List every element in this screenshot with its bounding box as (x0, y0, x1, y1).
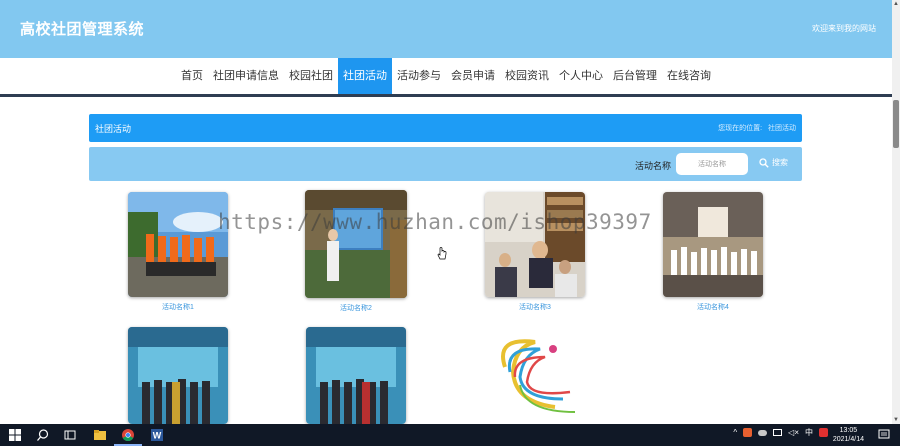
activity-image[interactable] (306, 327, 406, 424)
scroll-up-icon[interactable]: ▲ (892, 0, 900, 8)
activity-card[interactable]: 活动名称2 (305, 190, 407, 313)
ime-indicator[interactable]: 中 (805, 427, 813, 438)
taskbar: W ^ ◁× 中 13:05 2021/4/14 (0, 424, 900, 446)
nav-item-personal-center[interactable]: 个人中心 (554, 58, 608, 94)
volume-muted-icon[interactable]: ◁× (788, 428, 799, 437)
breadcrumb: 您现在的位置: 社团活动 (714, 123, 796, 133)
section-title-bar: 社团活动 您现在的位置: 社团活动 (89, 114, 802, 142)
nav-item-club-activities[interactable]: 社团活动 (338, 58, 392, 94)
activity-name[interactable]: 活动名称3 (485, 302, 585, 312)
activity-image[interactable] (128, 192, 228, 297)
scroll-thumb[interactable] (893, 100, 899, 148)
nav-item-campus-news[interactable]: 校园资讯 (500, 58, 554, 94)
search-button[interactable]: 搜索 (759, 157, 788, 168)
page-scrollbar[interactable]: ▲ ▼ (892, 0, 900, 424)
windows-start-icon[interactable] (8, 428, 22, 442)
welcome-text: 欢迎来到我的网站 (812, 24, 876, 33)
activity-card[interactable] (485, 327, 585, 429)
activity-image[interactable] (485, 192, 585, 297)
activity-image[interactable] (663, 192, 763, 297)
hand-cursor-icon (437, 247, 447, 260)
task-view-icon[interactable] (63, 428, 77, 442)
activity-name[interactable]: 活动名称2 (305, 303, 407, 313)
clock-date: 2021/4/14 (832, 436, 864, 443)
nav-item-home[interactable]: 首页 (176, 58, 208, 94)
cloud-icon[interactable] (758, 429, 768, 436)
search-icon[interactable] (36, 428, 50, 442)
activity-image[interactable] (305, 190, 407, 298)
file-explorer-icon[interactable] (93, 428, 107, 442)
site-header: 高校社团管理系统 欢迎来到我的网站 (0, 0, 892, 58)
site-title[interactable]: 高校社团管理系统 (20, 18, 144, 39)
activity-card[interactable] (306, 327, 406, 429)
search-icon (759, 157, 769, 168)
breadcrumb-current[interactable]: 社团活动 (768, 125, 796, 132)
activity-name[interactable]: 活动名称1 (128, 302, 228, 312)
search-button-label: 搜索 (772, 158, 788, 167)
nav-items: 首页 社团申请信息 校园社团 社团活动 活动参与 会员申请 校园资讯 个人中心 … (176, 58, 716, 94)
search-row: 活动名称 搜索 (89, 147, 802, 181)
search-label: 活动名称 (635, 161, 672, 171)
network-icon[interactable] (773, 429, 783, 436)
nav-item-member-application[interactable]: 会员申请 (446, 58, 500, 94)
search-input[interactable] (676, 153, 748, 175)
chevron-up-icon[interactable]: ^ (733, 428, 737, 437)
chrome-icon[interactable] (121, 428, 135, 442)
main-nav: 首页 社团申请信息 校园社团 社团活动 活动参与 会员申请 校园资讯 个人中心 … (0, 58, 892, 94)
antivirus-icon[interactable] (819, 428, 828, 437)
section-title: 社团活动 (95, 124, 132, 134)
activity-name[interactable]: 活动名称4 (663, 302, 763, 312)
activity-card[interactable]: 活动名称4 (663, 192, 763, 312)
breadcrumb-prefix: 您现在的位置: (718, 125, 763, 132)
clock-time: 13:05 (839, 427, 858, 434)
nav-divider (0, 94, 892, 97)
svg-text:W: W (153, 431, 162, 441)
word-icon[interactable]: W (150, 428, 164, 442)
nav-item-online-consult[interactable]: 在线咨询 (662, 58, 716, 94)
nav-item-activity-participation[interactable]: 活动参与 (392, 58, 446, 94)
activity-image[interactable] (485, 327, 585, 424)
activity-card[interactable]: 活动名称1 (128, 192, 228, 312)
tray-app-icon[interactable] (743, 428, 753, 437)
activity-card[interactable] (128, 327, 228, 429)
scroll-down-icon[interactable]: ▼ (892, 416, 900, 424)
nav-item-campus-clubs[interactable]: 校园社团 (284, 58, 338, 94)
nav-item-admin[interactable]: 后台管理 (608, 58, 662, 94)
taskbar-clock[interactable]: 13:05 2021/4/14 (833, 426, 864, 444)
notification-icon[interactable] (878, 429, 890, 441)
activity-image[interactable] (128, 327, 228, 424)
nav-item-club-application[interactable]: 社团申请信息 (208, 58, 284, 94)
watermark: https://www.huzhan.com/ishop39397 (218, 210, 652, 234)
